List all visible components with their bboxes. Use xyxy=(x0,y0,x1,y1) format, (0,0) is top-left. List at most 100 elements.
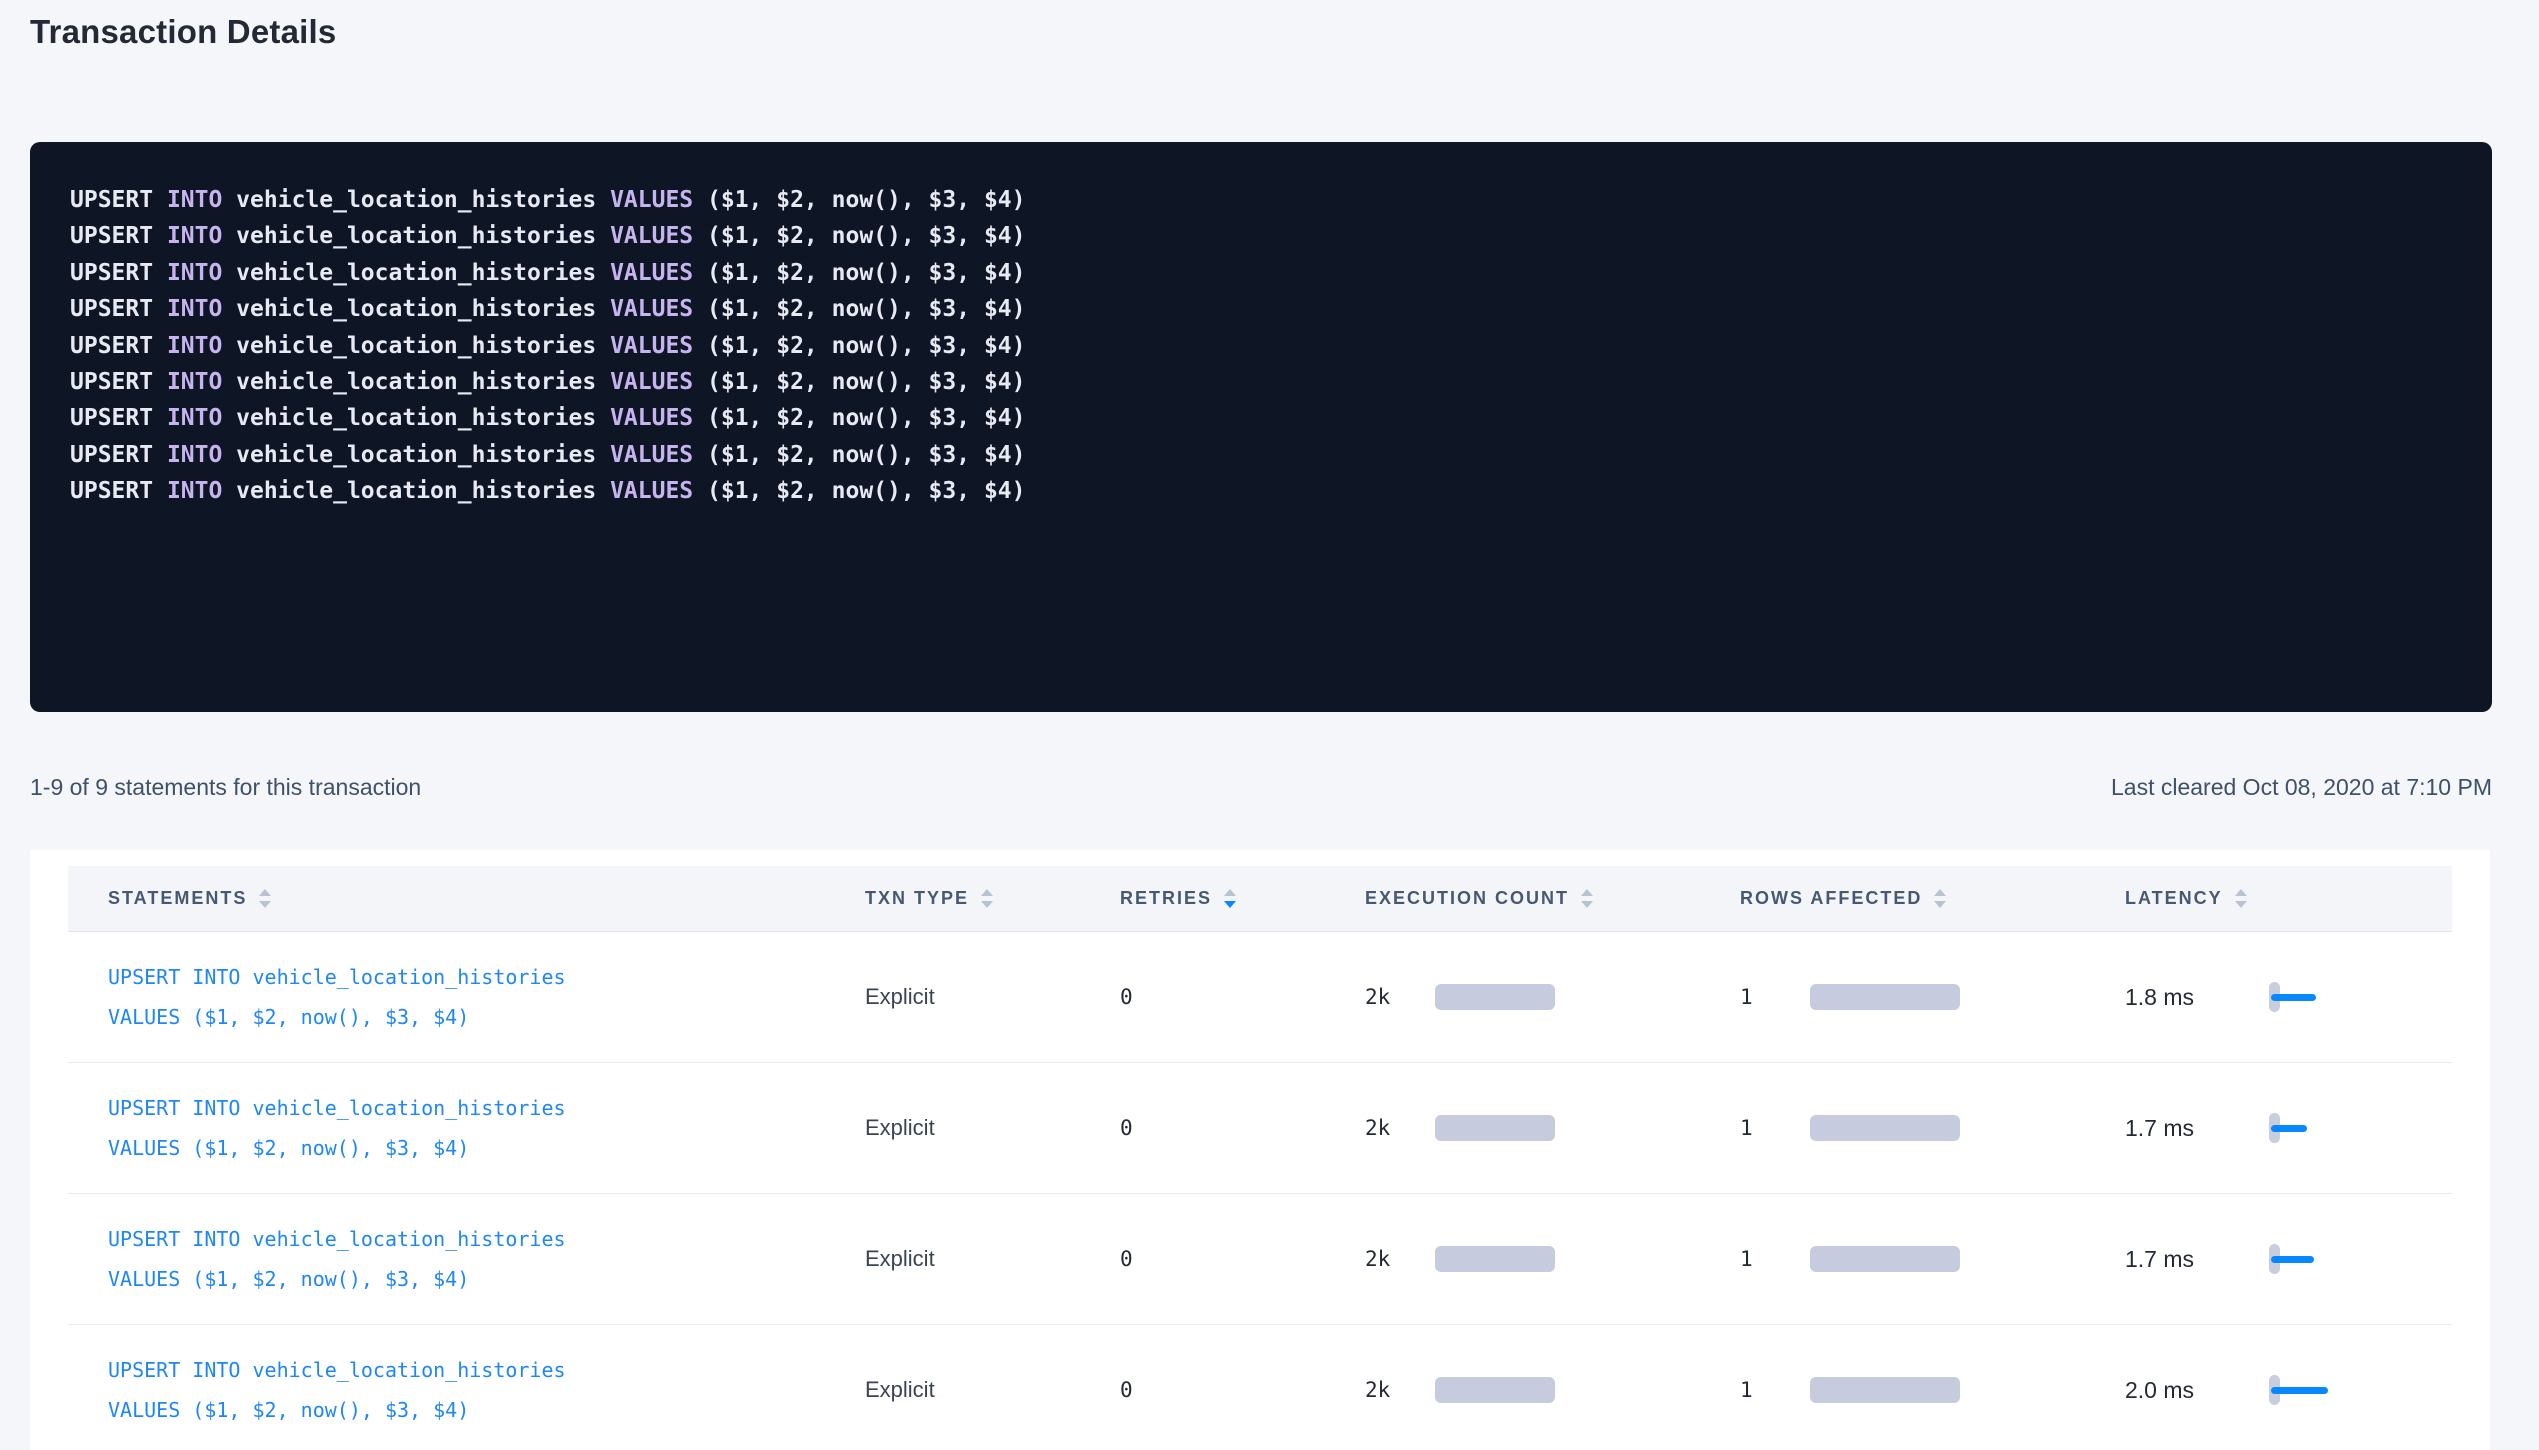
sql-keyword-values: VALUES xyxy=(610,442,693,468)
sql-table-name: vehicle_location_histories xyxy=(222,442,610,468)
sql-code-panel: UPSERT INTO vehicle_location_histories V… xyxy=(30,142,2492,712)
sql-keyword-into: INTO xyxy=(167,296,222,322)
sql-table-name: vehicle_location_histories xyxy=(222,369,610,395)
status-bar: 1-9 of 9 statements for this transaction… xyxy=(30,772,2492,802)
column-header-label: ROWS AFFECTED xyxy=(1740,888,1922,909)
rows-affected-value: 1 xyxy=(1740,1116,1780,1140)
latency-value: 1.8 ms xyxy=(2125,984,2217,1011)
sort-asc-icon xyxy=(1581,889,1593,896)
sql-table-name: vehicle_location_histories xyxy=(222,187,610,213)
statement-line2: VALUES ($1, $2, now(), $3, $4) xyxy=(108,1267,469,1291)
statement-cell: UPSERT INTO vehicle_location_historiesVA… xyxy=(108,957,865,1037)
statement-link[interactable]: UPSERT INTO vehicle_location_historiesVA… xyxy=(108,1088,566,1168)
page-title: Transaction Details xyxy=(30,12,2509,52)
sql-keyword-values: VALUES xyxy=(610,187,693,213)
statement-line1: UPSERT INTO vehicle_location_histories xyxy=(108,1096,566,1120)
column-header-execution-count[interactable]: EXECUTION COUNT xyxy=(1365,888,1740,909)
latency-bar-chart xyxy=(2269,1113,2307,1143)
txn-type-cell: Explicit xyxy=(865,1377,1120,1403)
sql-text: UPSERT xyxy=(70,478,167,504)
sql-statement-line: UPSERT INTO vehicle_location_histories V… xyxy=(70,437,2462,473)
rows-affected-cell: 1 xyxy=(1740,1377,2125,1403)
statements-range-text: 1-9 of 9 statements for this transaction xyxy=(30,772,421,802)
statement-link[interactable]: UPSERT INTO vehicle_location_historiesVA… xyxy=(108,1350,566,1430)
last-cleared-text: Last cleared Oct 08, 2020 at 7:10 PM xyxy=(2111,772,2492,802)
sort-arrows-icon[interactable] xyxy=(981,889,993,908)
sql-text: UPSERT xyxy=(70,187,167,213)
sql-args: ($1, $2, now(), $3, $4) xyxy=(693,442,1025,468)
table-row: UPSERT INTO vehicle_location_historiesVA… xyxy=(68,932,2452,1063)
execution-count-value: 2k xyxy=(1365,1116,1405,1140)
sql-keyword-into: INTO xyxy=(167,442,222,468)
sql-table-name: vehicle_location_histories xyxy=(222,260,610,286)
latency-cell: 1.7 ms xyxy=(2125,1244,2452,1274)
sql-text: UPSERT xyxy=(70,223,167,249)
sql-keyword-into: INTO xyxy=(167,187,222,213)
sort-arrows-icon[interactable] xyxy=(2235,889,2247,908)
column-header-rows-affected[interactable]: ROWS AFFECTED xyxy=(1740,888,2125,909)
sql-text: UPSERT xyxy=(70,369,167,395)
latency-bar-chart xyxy=(2269,1375,2328,1405)
rows-affected-value: 1 xyxy=(1740,1247,1780,1271)
sort-desc-icon xyxy=(259,901,271,908)
sql-table-name: vehicle_location_histories xyxy=(222,478,610,504)
column-header-latency[interactable]: LATENCY xyxy=(2125,888,2452,909)
sql-keyword-values: VALUES xyxy=(610,369,693,395)
sql-keyword-values: VALUES xyxy=(610,333,693,359)
execution-count-bar xyxy=(1435,984,1555,1010)
sort-arrows-icon[interactable] xyxy=(1581,889,1593,908)
latency-cell: 1.7 ms xyxy=(2125,1113,2452,1143)
statement-cell: UPSERT INTO vehicle_location_historiesVA… xyxy=(108,1088,865,1168)
sql-args: ($1, $2, now(), $3, $4) xyxy=(693,405,1025,431)
txn-type-cell: Explicit xyxy=(865,1115,1120,1141)
sql-keyword-into: INTO xyxy=(167,369,222,395)
sort-arrows-icon[interactable] xyxy=(1224,889,1236,908)
retries-cell: 0 xyxy=(1120,985,1365,1009)
column-header-label: RETRIES xyxy=(1120,888,1212,909)
sort-arrows-icon[interactable] xyxy=(1934,889,1946,908)
transaction-details-page: Transaction Details UPSERT INTO vehicle_… xyxy=(0,0,2539,1450)
latency-cell: 1.8 ms xyxy=(2125,982,2452,1012)
sql-args: ($1, $2, now(), $3, $4) xyxy=(693,333,1025,359)
statement-line1: UPSERT INTO vehicle_location_histories xyxy=(108,965,566,989)
sql-statement-line: UPSERT INTO vehicle_location_histories V… xyxy=(70,291,2462,327)
execution-count-bar xyxy=(1435,1115,1555,1141)
sql-table-name: vehicle_location_histories xyxy=(222,405,610,431)
sql-text: UPSERT xyxy=(70,296,167,322)
sort-desc-icon xyxy=(981,901,993,908)
rows-affected-cell: 1 xyxy=(1740,1115,2125,1141)
txn-type-cell: Explicit xyxy=(865,1246,1120,1272)
execution-count-bar xyxy=(1435,1377,1555,1403)
statement-line1: UPSERT INTO vehicle_location_histories xyxy=(108,1227,566,1251)
latency-bar-chart xyxy=(2269,1244,2314,1274)
sort-desc-icon xyxy=(1934,901,1946,908)
table-header-row: STATEMENTS TXN TYPE RETRIES EXECUTION CO… xyxy=(68,866,2452,932)
latency-bar-chart xyxy=(2269,982,2316,1012)
statement-link[interactable]: UPSERT INTO vehicle_location_histories VA… xyxy=(108,1219,566,1299)
retries-cell: 0 xyxy=(1120,1247,1365,1271)
sql-statement-line: UPSERT INTO vehicle_location_histories V… xyxy=(70,182,2462,218)
statement-line1: UPSERT INTO vehicle_location_histories xyxy=(108,1358,566,1382)
sql-table-name: vehicle_location_histories xyxy=(222,296,610,322)
sql-statement-line: UPSERT INTO vehicle_location_histories V… xyxy=(70,400,2462,436)
rows-affected-value: 1 xyxy=(1740,985,1780,1009)
column-header-retries[interactable]: RETRIES xyxy=(1120,888,1365,909)
column-header-txn-type[interactable]: TXN TYPE xyxy=(865,888,1120,909)
sql-keyword-into: INTO xyxy=(167,260,222,286)
sql-keyword-into: INTO xyxy=(167,405,222,431)
execution-count-value: 2k xyxy=(1365,1378,1405,1402)
statement-link[interactable]: UPSERT INTO vehicle_location_historiesVA… xyxy=(108,957,566,1037)
sql-text: UPSERT xyxy=(70,333,167,359)
sort-arrows-icon[interactable] xyxy=(259,889,271,908)
latency-bar xyxy=(2271,1125,2307,1132)
txn-type-cell: Explicit xyxy=(865,984,1120,1010)
sql-text: UPSERT xyxy=(70,442,167,468)
execution-count-value: 2k xyxy=(1365,1247,1405,1271)
column-header-label: LATENCY xyxy=(2125,888,2223,909)
rows-affected-bar xyxy=(1810,1246,1960,1272)
sql-args: ($1, $2, now(), $3, $4) xyxy=(693,369,1025,395)
column-header-statements[interactable]: STATEMENTS xyxy=(108,888,865,909)
sort-desc-icon xyxy=(2235,901,2247,908)
sql-statement-line: UPSERT INTO vehicle_location_histories V… xyxy=(70,255,2462,291)
column-header-label: TXN TYPE xyxy=(865,888,969,909)
